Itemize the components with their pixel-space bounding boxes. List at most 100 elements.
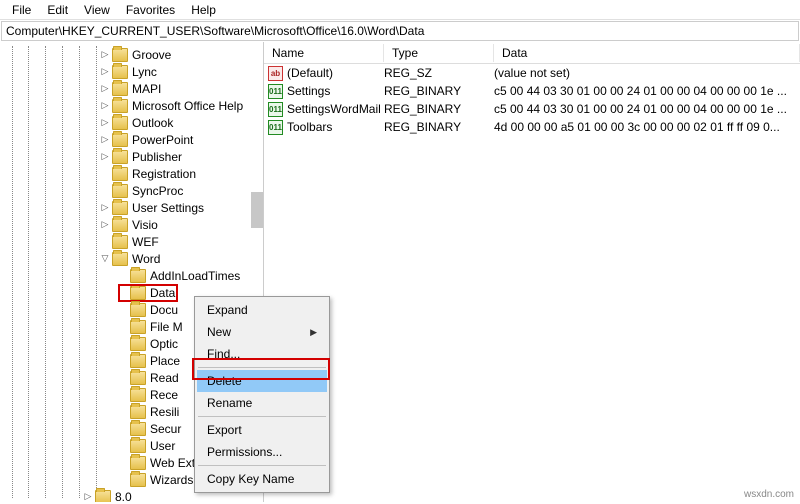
tree-item[interactable]: ▷ Visio <box>0 216 263 233</box>
scrollbar-thumb[interactable] <box>251 192 263 228</box>
value-name: Toolbars <box>287 120 332 134</box>
tree-label: 8.0 <box>115 490 132 503</box>
tree-label: File M <box>150 320 183 334</box>
folder-icon <box>130 439 146 453</box>
value-type: REG_BINARY <box>384 84 494 98</box>
menu-help[interactable]: Help <box>183 1 224 19</box>
value-data: c5 00 44 03 30 01 00 00 24 01 00 00 04 0… <box>494 102 800 116</box>
col-header-type[interactable]: Type <box>384 44 494 62</box>
tree-item[interactable]: WEF <box>0 233 263 250</box>
tree-label: Rece <box>150 388 178 402</box>
tree-label: Word <box>132 252 160 266</box>
tree-label: SyncProc <box>132 184 183 198</box>
folder-icon <box>130 286 146 300</box>
tree-label: Outlook <box>132 116 173 130</box>
tree-label: Data <box>150 286 175 300</box>
menu-favorites[interactable]: Favorites <box>118 1 183 19</box>
value-type: REG_BINARY <box>384 102 494 116</box>
tree-label: Secur <box>150 422 181 436</box>
expander-icon[interactable]: ▷ <box>100 66 112 77</box>
tree-label: User <box>150 439 175 453</box>
list-row[interactable]: 011SettingsWordMailREG_BINARYc5 00 44 03… <box>264 100 800 118</box>
ctx-rename[interactable]: Rename <box>197 392 327 414</box>
tree-item[interactable]: ▷ Outlook <box>0 114 263 131</box>
expander-icon[interactable]: ▷ <box>100 117 112 128</box>
watermark: wsxdn.com <box>744 489 794 500</box>
tree-label: Groove <box>132 48 171 62</box>
ctx-separator <box>198 416 326 417</box>
folder-icon <box>112 167 128 181</box>
address-bar[interactable]: Computer\HKEY_CURRENT_USER\Software\Micr… <box>1 21 799 41</box>
expander-icon[interactable]: ▷ <box>83 491 95 502</box>
expander-icon[interactable]: ▷ <box>100 219 112 230</box>
tree-label: Registration <box>132 167 196 181</box>
ctx-separator <box>198 367 326 368</box>
folder-icon <box>112 201 128 215</box>
tree-item[interactable]: Registration <box>0 165 263 182</box>
folder-icon <box>130 473 146 487</box>
tree-label: Optic <box>150 337 178 351</box>
tree-item[interactable]: ▷ Groove <box>0 46 263 63</box>
menu-edit[interactable]: Edit <box>39 1 76 19</box>
ctx-copy-key-name[interactable]: Copy Key Name <box>197 468 327 490</box>
folder-icon <box>112 82 128 96</box>
ctx-find[interactable]: Find... <box>197 343 327 365</box>
folder-icon <box>130 320 146 334</box>
tree-label: Microsoft Office Help <box>132 99 243 113</box>
ctx-separator <box>198 465 326 466</box>
folder-icon <box>112 65 128 79</box>
folder-icon <box>112 252 128 266</box>
ctx-expand[interactable]: Expand <box>197 299 327 321</box>
tree-item[interactable]: ▷Lync <box>0 63 263 80</box>
tree-label: Resili <box>150 405 179 419</box>
expander-icon[interactable]: ▷ <box>100 202 112 213</box>
tree-item[interactable]: ▷PowerPoint <box>0 131 263 148</box>
folder-icon <box>112 235 128 249</box>
col-header-data[interactable]: Data <box>494 44 800 62</box>
context-menu: Expand New▶ Find... Delete Rename Export… <box>194 296 330 493</box>
tree-label: AddInLoadTimes <box>150 269 240 283</box>
folder-icon <box>130 337 146 351</box>
folder-icon <box>112 184 128 198</box>
expander-icon[interactable]: ▷ <box>100 49 112 60</box>
tree-item[interactable]: SyncProc <box>0 182 263 199</box>
reg-binary-icon: 011 <box>268 84 283 99</box>
list-row[interactable]: ab(Default)REG_SZ(value not set) <box>264 64 800 82</box>
ctx-export[interactable]: Export <box>197 419 327 441</box>
tree-item[interactable]: ▷ Publisher <box>0 148 263 165</box>
expander-icon[interactable]: ▷ <box>100 100 112 111</box>
ctx-new[interactable]: New▶ <box>197 321 327 343</box>
tree-label: Wizards <box>150 473 193 487</box>
menu-file[interactable]: File <box>4 1 39 19</box>
expander-icon[interactable]: ▷ <box>100 151 112 162</box>
tree-item[interactable]: ▷MAPI <box>0 80 263 97</box>
reg-binary-icon: 011 <box>268 120 283 135</box>
folder-icon <box>130 405 146 419</box>
expander-icon[interactable]: ▷ <box>100 83 112 94</box>
expander-icon[interactable]: ▷ <box>100 134 112 145</box>
tree-label: Place <box>150 354 180 368</box>
tree-item[interactable]: ▷ Microsoft Office Help <box>0 97 263 114</box>
tree-label: Visio <box>132 218 158 232</box>
menu-view[interactable]: View <box>76 1 118 19</box>
list-row[interactable]: 011ToolbarsREG_BINARY4d 00 00 00 a5 01 0… <box>264 118 800 136</box>
list-pane[interactable]: Name Type Data ab(Default)REG_SZ(value n… <box>264 42 800 502</box>
folder-icon <box>130 422 146 436</box>
value-data: c5 00 44 03 30 01 00 00 24 01 00 00 04 0… <box>494 84 800 98</box>
tree-label: WEF <box>132 235 159 249</box>
folder-icon <box>112 218 128 232</box>
ctx-permissions[interactable]: Permissions... <box>197 441 327 463</box>
value-data: 4d 00 00 00 a5 01 00 00 3c 00 00 00 02 0… <box>494 120 800 134</box>
value-data: (value not set) <box>494 66 800 80</box>
tree-item[interactable]: ▽ Word <box>0 250 263 267</box>
folder-icon <box>130 354 146 368</box>
list-row[interactable]: 011SettingsREG_BINARYc5 00 44 03 30 01 0… <box>264 82 800 100</box>
tree-label: Publisher <box>132 150 182 164</box>
folder-icon <box>112 133 128 147</box>
tree-item[interactable]: ▷User Settings <box>0 199 263 216</box>
ctx-delete[interactable]: Delete <box>197 370 327 392</box>
expander-icon[interactable]: ▽ <box>100 253 112 264</box>
tree-item[interactable]: AddInLoadTimes <box>0 267 263 284</box>
main-area: ▷Groove▷Lync▷MAPI▷Microsoft Office Help▷… <box>0 42 800 502</box>
col-header-name[interactable]: Name <box>264 44 384 62</box>
